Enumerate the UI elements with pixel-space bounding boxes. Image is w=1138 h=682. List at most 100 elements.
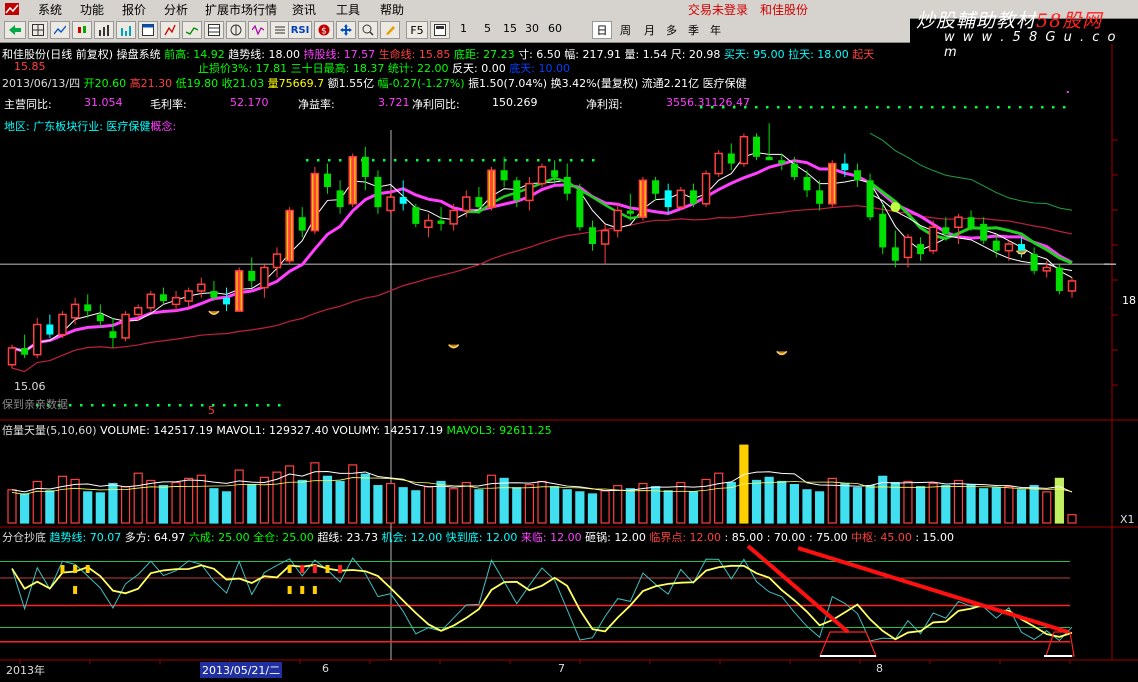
volume-bar (815, 491, 825, 524)
candle-body (46, 324, 54, 335)
resistance-dot (832, 106, 835, 109)
resistance-dot (460, 159, 463, 162)
volume-value-0: 倍量天量(5,10,60) (2, 424, 101, 437)
resistance-dot (328, 159, 331, 162)
volume-bar (486, 474, 497, 524)
candle-body (866, 180, 874, 218)
volume-bar (550, 486, 560, 524)
volume-bar (322, 475, 333, 524)
candle-body (500, 170, 508, 181)
indicator-value-10: 临界点: 12.00 (649, 531, 725, 544)
volume-bar (688, 491, 699, 524)
resistance-dot (537, 159, 540, 162)
indicator-value-2: 多方: 64.97 (124, 531, 189, 544)
price-line-label: 18 (1122, 294, 1136, 307)
support-dot (278, 404, 281, 407)
price-chart[interactable] (0, 0, 1138, 682)
candle-body (513, 180, 521, 201)
candle-body (753, 136, 761, 157)
signal-bar (312, 565, 317, 573)
indicator-title: 分仓抄底 趋势线: 70.07 多方: 64.97 六成: 25.00 全仓: … (2, 529, 954, 545)
signal-bar-lower (73, 586, 78, 594)
volume-bar (209, 488, 219, 524)
volume-bar (436, 480, 446, 524)
candle-body (525, 182, 534, 202)
support-dot (124, 404, 127, 407)
volume-bar (663, 490, 673, 524)
resistance-dot (777, 106, 780, 109)
resistance-dot (1019, 106, 1022, 109)
volume-bar (95, 492, 105, 524)
candle-body (70, 303, 80, 319)
volume-bar (625, 488, 635, 524)
volume-bar (726, 481, 736, 524)
volume-bar (32, 480, 42, 524)
volume-bar (373, 485, 383, 524)
volume-bar (1029, 485, 1039, 524)
volume-value-3: VOLUMY: 142517.19 (331, 424, 447, 437)
candle-body (967, 217, 975, 228)
resistance-dot (788, 106, 791, 109)
signal-bar (287, 565, 292, 573)
indicator-value-13: : 75.00 (808, 531, 852, 544)
resistance-dot (744, 106, 747, 109)
signal-bar (338, 565, 343, 573)
support-dot (102, 404, 105, 407)
volume-bar (587, 493, 598, 524)
candle-body (626, 210, 634, 214)
volume-bar (259, 476, 269, 524)
resistance-dot (482, 159, 485, 162)
candle-body (903, 236, 913, 259)
signal-bar (73, 565, 78, 573)
resistance-dot (339, 159, 342, 162)
indicator-value-3: 六成: 25.00 (188, 531, 254, 544)
candle-body (551, 170, 559, 177)
candle-body (778, 160, 786, 164)
volume-bar (184, 477, 194, 524)
volume-bar (247, 484, 257, 524)
resistance-dot (559, 159, 562, 162)
axis-month-7: 7 (558, 662, 565, 675)
resistance-dot (909, 106, 912, 109)
candle-body (563, 176, 571, 194)
candle-body (576, 190, 584, 228)
candle-body (954, 216, 963, 229)
candle-body (210, 290, 218, 298)
candle-body (386, 196, 395, 212)
candle-body (992, 240, 1000, 251)
candle-body (853, 170, 861, 181)
support-dot (113, 404, 116, 407)
slow-osc-line (11, 564, 1073, 641)
candle-body (336, 190, 344, 208)
indicator-value-11: : 85.00 (724, 531, 767, 544)
indicator-value-7: 快到底: 12.00 (445, 531, 521, 544)
volume-bar (120, 486, 131, 524)
resistance-dot (449, 159, 452, 162)
volume-bar (524, 484, 534, 524)
candle-body (841, 163, 849, 171)
lifeline-ma (11, 205, 1073, 373)
axis-cursor-date: 2013/05/21/二 (200, 662, 283, 678)
resistance-dot (942, 106, 945, 109)
candle-core (830, 163, 834, 204)
volume-bar (360, 473, 370, 524)
resistance-dot (953, 106, 956, 109)
axis-month-8: 8 (876, 662, 883, 675)
indicator-value-1: 趋势线: 70.07 (49, 531, 125, 544)
volume-bar (928, 482, 938, 524)
candle-body (32, 323, 42, 356)
support-dot (267, 404, 270, 407)
volume-bar (1016, 489, 1027, 524)
annotation-line-2 (797, 546, 1069, 634)
candle-body (96, 314, 104, 322)
indicator-value-0: 分仓抄底 (2, 531, 50, 544)
resistance-dot (1041, 106, 1044, 109)
resistance-dot (416, 159, 419, 162)
support-dot (190, 404, 193, 407)
candle-body (21, 347, 29, 355)
resistance-dot (964, 106, 967, 109)
volume-value-4: MAVOL3: 92611.25 (446, 424, 552, 437)
signal-bar-lower (300, 586, 305, 594)
candle-body (223, 297, 231, 305)
volume-bar (751, 479, 762, 524)
